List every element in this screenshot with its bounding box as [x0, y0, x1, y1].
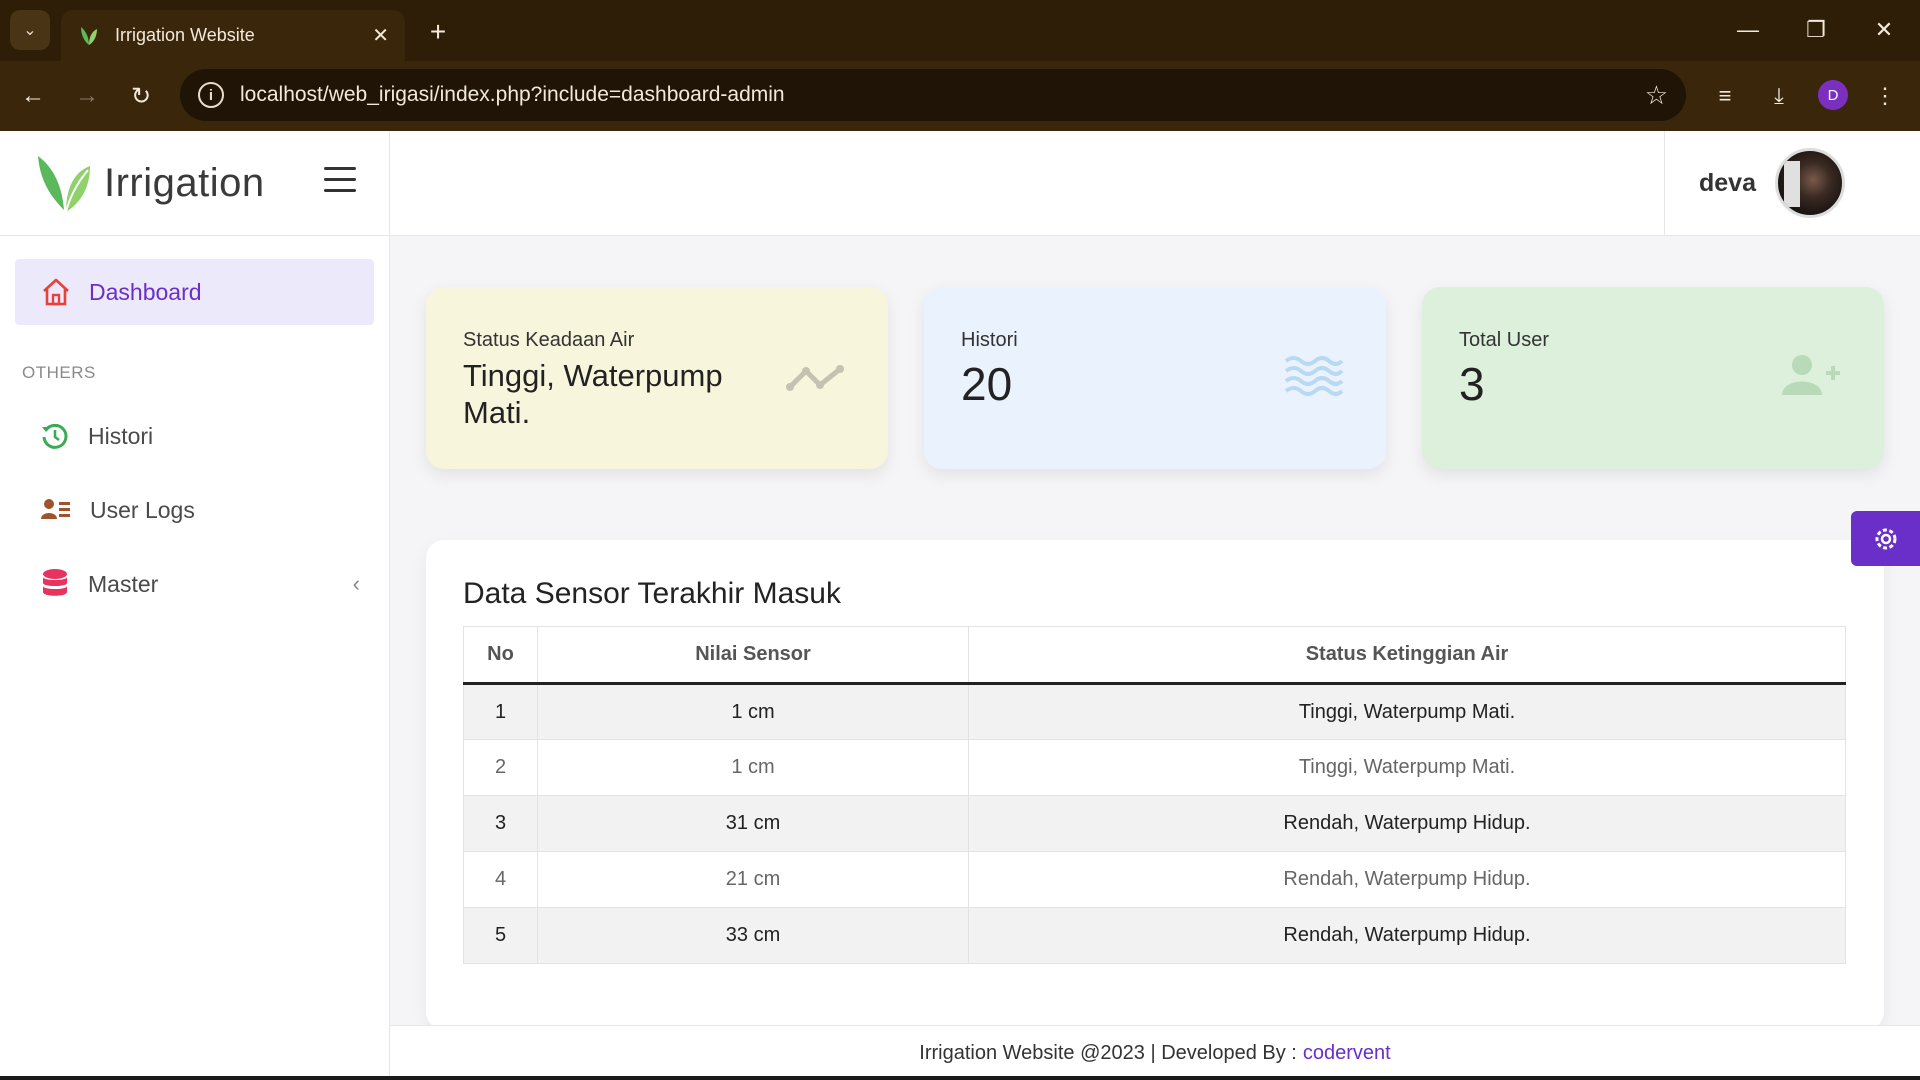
table-row: 2 1 cm Tinggi, Waterpump Mati.: [463, 739, 1846, 796]
card-label: Total User: [1459, 329, 1550, 351]
footer-developer-link[interactable]: codervent: [1303, 1042, 1391, 1065]
table-cell: 2: [463, 739, 538, 796]
tab-close-icon[interactable]: ✕: [372, 23, 389, 48]
url-text[interactable]: localhost/web_irigasi/index.php?include=…: [240, 83, 1645, 107]
table-row: 4 21 cm Rendah, Waterpump Hidup.: [463, 851, 1846, 908]
card-label: Status Keadaan Air: [463, 329, 635, 351]
brand-header: Irrigation: [0, 131, 389, 236]
sensor-data-panel: Data Sensor Terakhir Masuk No Nilai Sens…: [426, 540, 1884, 1030]
chevron-left-icon: ‹: [352, 571, 360, 596]
column-header: No: [463, 626, 538, 685]
tab-search-button[interactable]: ⌄: [10, 10, 50, 50]
sidebar-item-label: Dashboard: [89, 278, 202, 305]
user-avatar[interactable]: [1775, 148, 1845, 218]
tab-title: Irrigation Website: [115, 25, 255, 45]
forward-button[interactable]: →: [66, 75, 108, 117]
hamburger-menu-icon[interactable]: [324, 167, 356, 195]
card-value: Tinggi, Waterpump Mati.: [463, 358, 723, 430]
table-cell: 33 cm: [537, 907, 969, 964]
sidebar-item-label: Histori: [88, 422, 154, 449]
card-status-air: Status Keadaan Air Tinggi, Waterpump Mat…: [426, 287, 888, 469]
new-tab-button[interactable]: +: [420, 14, 456, 50]
leaf-favicon-icon: [81, 26, 97, 45]
card-value: 20: [961, 358, 1013, 410]
user-list-icon: [41, 499, 70, 519]
table-cell: Tinggi, Waterpump Mati.: [968, 739, 1846, 796]
card-total-user: Total User 3: [1422, 287, 1884, 469]
site-info-icon[interactable]: i: [198, 82, 224, 108]
bookmark-star-icon[interactable]: ☆: [1645, 80, 1668, 111]
activity-icon: [786, 365, 844, 391]
footer-text: Irrigation Website @2023 | Developed By …: [919, 1041, 1297, 1064]
user-plus-icon: [1782, 355, 1840, 395]
menu-kebab-icon[interactable]: ⋮: [1864, 75, 1906, 117]
water-waves-icon: [1284, 356, 1344, 396]
card-label: Histori: [961, 329, 1018, 351]
minimize-button[interactable]: —: [1720, 10, 1776, 50]
browser-toolbar: ← → ↻ i localhost/web_irigasi/index.php?…: [0, 61, 1920, 131]
brand-name: Irrigation: [104, 160, 265, 205]
card-histori: Histori 20: [924, 287, 1386, 469]
sensor-table: No Nilai Sensor Status Ketinggian Air 1 …: [463, 626, 1846, 964]
gear-icon: [1875, 528, 1896, 549]
table-cell: 31 cm: [537, 795, 969, 852]
column-header: Status Ketinggian Air: [968, 626, 1846, 685]
table-cell: Tinggi, Waterpump Mati.: [968, 683, 1846, 740]
database-icon: [43, 569, 67, 596]
download-icon[interactable]: ⤓: [1758, 75, 1800, 117]
table-cell: Rendah, Waterpump Hidup.: [968, 795, 1846, 852]
table-cell: 4: [463, 851, 538, 908]
browser-tab[interactable]: Irrigation Website ✕: [61, 10, 405, 61]
table-cell: 1 cm: [537, 739, 969, 796]
close-window-button[interactable]: ✕: [1856, 10, 1912, 50]
page-footer: Irrigation Website @2023 | Developed By …: [390, 1025, 1920, 1080]
sidebar: Irrigation Dashboard OTHERS Histori User…: [0, 131, 390, 1080]
sidebar-item-label: Master: [88, 570, 159, 597]
table-cell: 21 cm: [537, 851, 969, 908]
table-cell: 3: [463, 795, 538, 852]
user-menu[interactable]: deva: [1664, 131, 1920, 236]
reload-button[interactable]: ↻: [120, 75, 162, 117]
section-header-others: OTHERS: [22, 363, 96, 382]
table-cell: 1: [463, 683, 538, 740]
column-header: Nilai Sensor: [537, 626, 969, 685]
sidebar-item-master[interactable]: Master ‹: [40, 559, 360, 609]
restore-button[interactable]: ❐: [1788, 10, 1844, 50]
table-row: 3 31 cm Rendah, Waterpump Hidup.: [463, 795, 1846, 852]
sidebar-item-user-logs[interactable]: User Logs: [40, 485, 360, 535]
card-value: 3: [1459, 358, 1485, 410]
profile-avatar-button[interactable]: D: [1818, 80, 1848, 110]
history-icon: [42, 423, 68, 449]
table-row: 1 1 cm Tinggi, Waterpump Mati.: [463, 683, 1846, 740]
table-header-row: No Nilai Sensor Status Ketinggian Air: [463, 626, 1846, 685]
table-cell: Rendah, Waterpump Hidup.: [968, 851, 1846, 908]
back-button[interactable]: ←: [12, 75, 54, 117]
sidebar-item-label: User Logs: [90, 496, 195, 523]
username: deva: [1699, 169, 1756, 197]
table-cell: 5: [463, 907, 538, 964]
table-row: 5 33 cm Rendah, Waterpump Hidup.: [463, 907, 1846, 964]
settings-gear-button[interactable]: [1851, 511, 1920, 566]
table-cell: Rendah, Waterpump Hidup.: [968, 907, 1846, 964]
panel-title: Data Sensor Terakhir Masuk: [463, 577, 841, 610]
address-bar[interactable]: i localhost/web_irigasi/index.php?includ…: [180, 69, 1686, 121]
sidebar-item-dashboard[interactable]: Dashboard: [15, 259, 374, 325]
leaf-logo-icon: [38, 156, 90, 213]
top-header: deva: [390, 131, 1920, 236]
app-root: Irrigation Dashboard OTHERS Histori User…: [0, 131, 1920, 1080]
bottom-border: [0, 1076, 1920, 1080]
home-icon: [43, 278, 69, 306]
browser-chrome: ⌄ Irrigation Website ✕ + — ❐ ✕ ← → ↻ i l…: [0, 0, 1920, 131]
sidebar-item-histori[interactable]: Histori: [40, 411, 360, 461]
tab-strip: ⌄ Irrigation Website ✕ + — ❐ ✕: [0, 0, 1920, 61]
table-cell: 1 cm: [537, 683, 969, 740]
media-controls-icon[interactable]: ≡: [1704, 75, 1746, 117]
